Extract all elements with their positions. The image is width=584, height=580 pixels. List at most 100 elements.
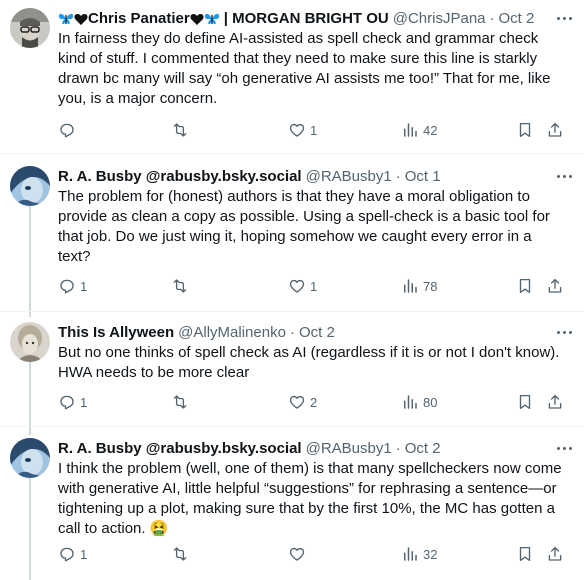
repost-icon	[173, 395, 187, 409]
like-button[interactable]: 2	[288, 392, 317, 412]
heart-icon	[289, 395, 305, 409]
share-icon	[548, 122, 562, 137]
bookmark-button[interactable]	[516, 276, 534, 296]
separator: ·	[395, 440, 401, 457]
repost-button[interactable]	[171, 392, 193, 412]
handle[interactable]: @RABusby1	[306, 439, 392, 459]
divider	[0, 153, 584, 154]
more-options-icon[interactable]	[554, 166, 574, 186]
black-heart-emoji-icon	[74, 13, 88, 25]
repost-icon	[173, 279, 187, 293]
analytics-icon	[404, 395, 417, 409]
like-button[interactable]: 1	[288, 276, 317, 296]
like-count: 2	[310, 394, 318, 410]
divider	[0, 426, 584, 427]
handle[interactable]: @ChrisJPana	[393, 9, 486, 29]
bookmark-icon	[519, 122, 531, 138]
tweet-text: In fairness they do define AI-assisted a…	[58, 30, 551, 107]
analytics-icon	[404, 279, 417, 293]
butterfly-emoji-icon	[58, 13, 74, 25]
tweet-text: I think the problem (well, one of them) …	[58, 460, 562, 537]
timestamp[interactable]: Oct 1	[405, 167, 441, 187]
like-button[interactable]	[288, 544, 310, 564]
separator: ·	[395, 168, 401, 185]
display-name-text: Chris Panatier	[88, 10, 190, 27]
share-icon	[548, 546, 562, 561]
more-options-icon[interactable]	[554, 438, 574, 458]
reply-icon	[60, 395, 74, 410]
reply-count: 1	[80, 546, 88, 562]
heart-icon	[289, 547, 305, 561]
view-count: 42	[423, 122, 438, 138]
views-button[interactable]: 80	[401, 392, 437, 412]
reply-button[interactable]	[58, 120, 80, 140]
reply-icon	[60, 547, 74, 562]
views-button[interactable]: 78	[401, 276, 437, 296]
action-bar: 1 1 78	[58, 276, 568, 296]
action-bar: 1 42	[58, 120, 568, 140]
like-count: 1	[310, 278, 318, 294]
analytics-icon	[404, 123, 417, 137]
bookmark-button[interactable]	[516, 392, 534, 412]
tweet[interactable]: R. A. Busby @rabusby.bsky.social @RABusb…	[0, 158, 584, 308]
tweet-text: The problem for (honest) authors is that…	[58, 188, 550, 265]
divider	[0, 311, 584, 312]
share-icon	[548, 394, 562, 409]
views-button[interactable]: 42	[401, 120, 437, 140]
heart-icon	[289, 279, 305, 293]
avatar[interactable]	[10, 8, 50, 48]
avatar[interactable]	[10, 438, 50, 478]
share-button[interactable]	[546, 392, 564, 412]
separator: ·	[489, 10, 495, 27]
view-count: 32	[423, 546, 438, 562]
bookmark-button[interactable]	[516, 544, 534, 564]
more-options-icon[interactable]	[554, 8, 574, 28]
reply-button[interactable]: 1	[58, 276, 87, 296]
share-button[interactable]	[546, 276, 564, 296]
tweet-header: This Is Allyween @AllyMalinenko · Oct 2	[58, 322, 574, 344]
tweet[interactable]: R. A. Busby @rabusby.bsky.social @RABusb…	[0, 430, 584, 580]
repost-button[interactable]	[171, 544, 193, 564]
share-button[interactable]	[546, 544, 564, 564]
repost-button[interactable]	[171, 120, 193, 140]
action-bar: 1 32	[58, 544, 568, 564]
display-name[interactable]: This Is Allyween	[58, 323, 174, 343]
tweet[interactable]: Chris Panatier | MORGAN BRIGHT OU @Chris…	[0, 0, 584, 150]
tweet-header: Chris Panatier | MORGAN BRIGHT OU @Chris…	[58, 8, 574, 30]
butterfly-emoji-icon	[204, 13, 219, 25]
handle[interactable]: @AllyMalinenko	[178, 323, 286, 343]
reply-icon	[60, 279, 74, 294]
tweet-header: R. A. Busby @rabusby.bsky.social @RABusb…	[58, 438, 574, 460]
reply-count: 1	[80, 278, 88, 294]
black-heart-emoji-icon	[190, 13, 204, 25]
action-bar: 1 2 80	[58, 392, 568, 412]
separator: ·	[289, 324, 295, 341]
bookmark-icon	[519, 278, 531, 294]
tweet-text: But no one thinks of spell check as AI (…	[58, 344, 560, 381]
avatar[interactable]	[10, 166, 50, 206]
timestamp[interactable]: Oct 2	[405, 439, 441, 459]
more-options-icon[interactable]	[554, 322, 574, 342]
reply-icon	[60, 123, 74, 138]
bookmark-icon	[519, 394, 531, 410]
tweet[interactable]: This Is Allyween @AllyMalinenko · Oct 2 …	[0, 314, 584, 429]
reply-button[interactable]: 1	[58, 544, 87, 564]
bookmark-button[interactable]	[516, 120, 534, 140]
display-name[interactable]: R. A. Busby @rabusby.bsky.social	[58, 167, 302, 187]
repost-icon	[173, 123, 187, 137]
repost-button[interactable]	[171, 276, 193, 296]
timestamp[interactable]: Oct 2	[499, 9, 535, 29]
avatar[interactable]	[10, 322, 50, 362]
analytics-icon	[404, 547, 417, 561]
heart-icon	[289, 123, 305, 137]
handle[interactable]: @RABusby1	[306, 167, 392, 187]
timestamp[interactable]: Oct 2	[299, 323, 335, 343]
display-name[interactable]: Chris Panatier | MORGAN BRIGHT OU	[58, 9, 389, 29]
display-name[interactable]: R. A. Busby @rabusby.bsky.social	[58, 439, 302, 459]
views-button[interactable]: 32	[401, 544, 437, 564]
share-button[interactable]	[546, 120, 564, 140]
like-count: 1	[310, 122, 318, 138]
reply-button[interactable]: 1	[58, 392, 87, 412]
tweet-header: R. A. Busby @rabusby.bsky.social @RABusb…	[58, 166, 574, 188]
like-button[interactable]: 1	[288, 120, 317, 140]
